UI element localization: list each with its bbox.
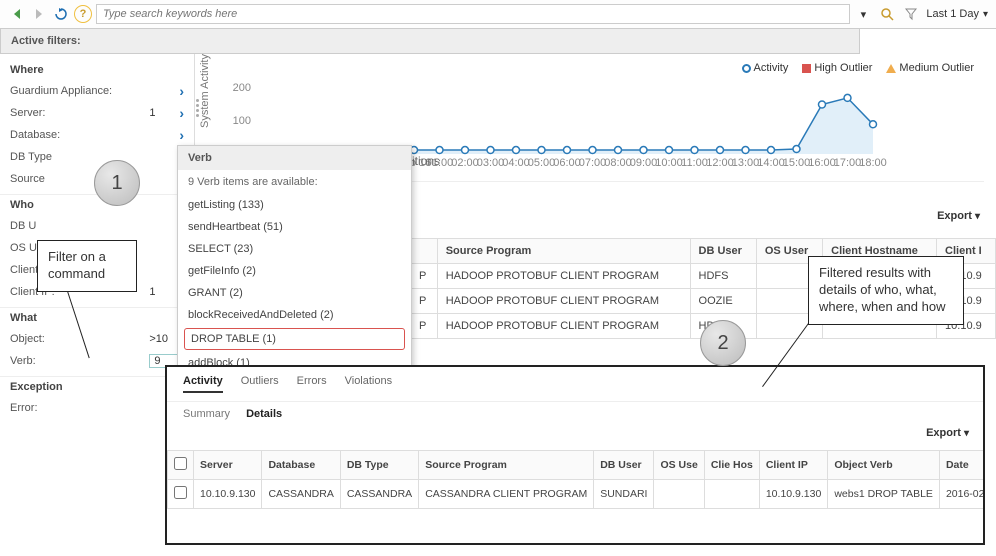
svg-text:200: 200 xyxy=(233,82,251,94)
svg-text:09:00: 09:00 xyxy=(630,157,658,169)
subtab-details[interactable]: Details xyxy=(246,408,282,420)
export-link[interactable]: Export ▾ xyxy=(937,210,980,222)
svg-text:16:00: 16:00 xyxy=(808,157,836,169)
verb-option[interactable]: SELECT (23) xyxy=(178,238,411,260)
annotation-badge-1: 1 xyxy=(94,160,140,206)
verb-option[interactable]: GRANT (2) xyxy=(178,282,411,304)
verb-option[interactable]: sendHeartbeat (51) xyxy=(178,216,411,238)
column-header: Client IP xyxy=(759,451,827,480)
svg-text:07:00: 07:00 xyxy=(579,157,607,169)
filter-guardium[interactable]: Guardium Appliance:› xyxy=(0,80,194,102)
column-header: Source Program xyxy=(419,451,594,480)
column-header: Database xyxy=(262,451,340,480)
column-header: Object Verb xyxy=(828,451,940,480)
filter-object[interactable]: Object:>10› xyxy=(0,328,194,350)
tab-activity[interactable]: Activity xyxy=(183,375,223,393)
tab-errors[interactable]: Errors xyxy=(297,375,327,393)
chevron-right-icon: › xyxy=(179,83,184,99)
filter-dbuser[interactable]: DB U› xyxy=(0,215,194,237)
tab-outliers[interactable]: Outliers xyxy=(241,375,279,393)
chevron-down-icon: ▾ xyxy=(983,9,988,20)
details-table: ServerDatabaseDB TypeSource ProgramDB Us… xyxy=(167,450,983,509)
svg-text:02:00: 02:00 xyxy=(451,157,479,169)
svg-text:18:00: 18:00 xyxy=(859,157,887,169)
callout-filter: Filter on a command xyxy=(37,240,137,292)
svg-text:13:00: 13:00 xyxy=(732,157,760,169)
chevron-right-icon: › xyxy=(179,105,184,121)
active-filters-bar: Active filters: xyxy=(0,29,860,54)
svg-text:05:00: 05:00 xyxy=(528,157,556,169)
search-input[interactable] xyxy=(96,4,850,24)
column-header: OS Use xyxy=(654,451,704,480)
verb-dropdown-panel: Verb 9 Verb items are available: getList… xyxy=(177,145,412,375)
svg-text:03:00: 03:00 xyxy=(477,157,505,169)
column-header: Clie Hos xyxy=(704,451,759,480)
chevron-right-icon: › xyxy=(179,127,184,143)
bg-tabs-trail: itions xyxy=(412,154,440,168)
svg-text:17:00: 17:00 xyxy=(834,157,862,169)
time-range-label: Last 1 Day xyxy=(926,8,979,20)
medium-outlier-icon xyxy=(886,64,896,73)
column-header: Source Program xyxy=(437,239,690,264)
chevron-down-icon: ▾ xyxy=(964,428,969,439)
filter-clear-icon[interactable] xyxy=(902,5,920,23)
magnifier-icon[interactable] xyxy=(878,5,896,23)
verb-popup-count: 9 Verb items are available: xyxy=(178,170,411,194)
chevron-down-icon: ▾ xyxy=(975,211,980,222)
verb-popup-header: Verb xyxy=(178,146,411,170)
svg-text:04:00: 04:00 xyxy=(502,157,530,169)
refresh-button[interactable] xyxy=(52,5,70,23)
select-all-checkbox[interactable] xyxy=(174,457,187,470)
chart-legend: Activity High Outlier Medium Outlier xyxy=(742,62,975,74)
high-outlier-icon xyxy=(802,64,811,73)
callout-results: Filtered results with details of who, wh… xyxy=(808,256,964,325)
svg-text:10:00: 10:00 xyxy=(655,157,683,169)
column-header xyxy=(168,451,194,480)
result-tabs: Activity Outliers Errors Violations xyxy=(167,367,983,402)
subtab-summary[interactable]: Summary xyxy=(183,408,230,420)
svg-text:15:00: 15:00 xyxy=(783,157,811,169)
export-link-lower[interactable]: Export ▾ xyxy=(926,427,969,439)
top-toolbar: ? ▾ Last 1 Day ▾ xyxy=(0,0,996,29)
section-what: What xyxy=(0,307,194,328)
column-header: Date xyxy=(939,451,983,480)
svg-text:100: 100 xyxy=(233,115,251,127)
column-header: DB User xyxy=(690,239,756,264)
svg-text:12:00: 12:00 xyxy=(706,157,734,169)
svg-text:14:00: 14:00 xyxy=(757,157,785,169)
tab-violations[interactable]: Violations xyxy=(345,375,393,393)
activity-marker-icon xyxy=(742,64,751,73)
column-header: DB Type xyxy=(340,451,418,480)
verb-option[interactable]: blockReceivedAndDeleted (2) xyxy=(178,304,411,326)
time-range-picker[interactable]: Last 1 Day ▾ xyxy=(926,8,988,20)
filter-database[interactable]: Database:› xyxy=(0,124,194,146)
svg-text:06:00: 06:00 xyxy=(553,157,581,169)
filtered-results-panel: Activity Outliers Errors Violations Summary… xyxy=(165,365,985,545)
section-where: Where xyxy=(0,60,194,80)
search-dropdown[interactable]: ▾ xyxy=(854,5,872,23)
verb-option[interactable]: getListing (133) xyxy=(178,194,411,216)
svg-text:08:00: 08:00 xyxy=(604,157,632,169)
annotation-badge-2: 2 xyxy=(700,320,746,366)
column-header: DB User xyxy=(594,451,654,480)
verb-option[interactable]: getFileInfo (2) xyxy=(178,260,411,282)
forward-button[interactable] xyxy=(30,5,48,23)
section-who: Who xyxy=(0,194,194,215)
filter-dbtype[interactable]: DB Type› xyxy=(0,146,194,168)
verb-option[interactable]: DROP TABLE (1) xyxy=(184,328,405,350)
column-header: Server xyxy=(194,451,262,480)
table-row[interactable]: 10.10.9.130CASSANDRACASSANDRACASSANDRA C… xyxy=(168,480,984,509)
help-icon[interactable]: ? xyxy=(74,5,92,23)
y-axis-label: System Activity xyxy=(199,54,211,128)
filter-server[interactable]: Server:1› xyxy=(0,102,194,124)
svg-text:11:00: 11:00 xyxy=(681,157,708,169)
column-header xyxy=(411,239,438,264)
result-subtabs: Summary Details xyxy=(167,402,983,426)
row-checkbox[interactable] xyxy=(174,486,187,499)
back-button[interactable] xyxy=(8,5,26,23)
